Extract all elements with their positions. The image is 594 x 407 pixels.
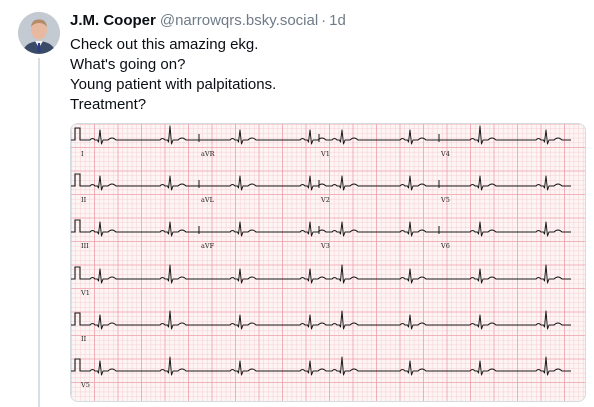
ekg-lead-label: III: [81, 242, 89, 250]
ekg-tracing: IaVR V1 V4 II aVL V2 V5 III aVF V3 V6 V1 II V5: [71, 124, 585, 401]
separator-dot: ·: [321, 12, 327, 29]
avatar[interactable]: [18, 12, 60, 54]
ekg-lead-label: V6: [440, 242, 450, 250]
author-name[interactable]: J.M. Cooper: [70, 12, 156, 29]
ekg-lead-label: V3: [320, 242, 330, 250]
ekg-lead-label: aVR: [201, 150, 216, 158]
avatar-image: [18, 12, 60, 54]
author-handle[interactable]: @narrowqrs.bsky.social: [160, 12, 318, 29]
ekg-lead-label: V1: [320, 150, 330, 158]
ekg-lead-label: V2: [320, 196, 330, 204]
ekg-lead-label: V4: [440, 150, 450, 158]
ekg-lead-label: aVF: [201, 242, 215, 250]
post-text: Check out this amazing ekg. What's going…: [70, 35, 276, 115]
ekg-lead-label: V5: [440, 196, 450, 204]
post-text-line: Treatment?: [70, 96, 147, 113]
ekg-rhythm-label: V5: [80, 381, 90, 389]
post-timestamp[interactable]: 1d: [329, 12, 346, 29]
post-text-line: Young patient with palpitations.: [70, 76, 277, 93]
post-header: J.M. Cooper @narrowqrs.bsky.social · 1d: [70, 11, 346, 31]
ekg-lead-label: I: [81, 150, 84, 158]
ekg-rhythm-label: V1: [80, 289, 90, 297]
ekg-lead-label: II: [81, 196, 87, 204]
ekg-rhythm-label: II: [81, 335, 87, 343]
post-text-line: What's going on?: [70, 56, 186, 73]
thread-line: [38, 58, 40, 407]
post-text-line: Check out this amazing ekg.: [70, 36, 259, 53]
ekg-lead-label: aVL: [201, 196, 215, 204]
ekg-image[interactable]: IaVR V1 V4 II aVL V2 V5 III aVF V3 V6 V1 II V5: [70, 123, 586, 402]
